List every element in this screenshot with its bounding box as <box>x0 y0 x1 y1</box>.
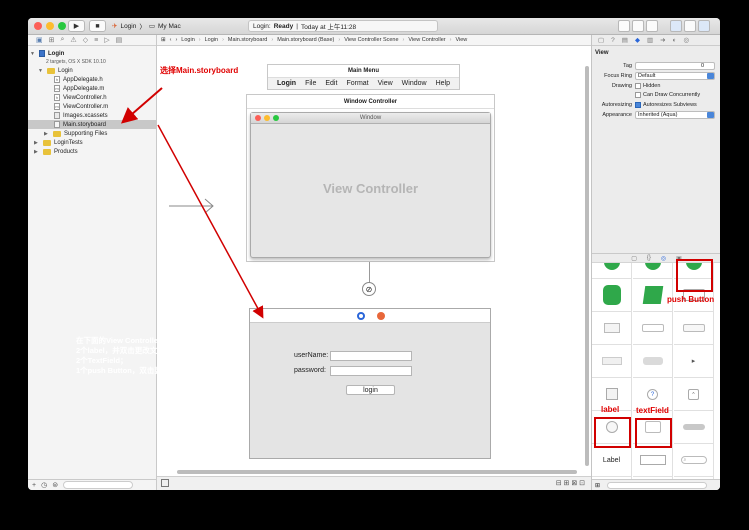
label-highlight <box>594 417 631 448</box>
instruction-line-3: 2个TextField； <box>76 356 128 365</box>
annotation-textfield: textField <box>636 406 669 415</box>
instruction-line-1: 在下面的View Controller中添加 <box>76 336 184 345</box>
annotation-push-button: push Button <box>667 295 715 304</box>
push-button-highlight <box>676 259 713 292</box>
instruction-line-4: 1个push Button，双击更改按钮标题 <box>76 366 200 375</box>
textfield-highlight <box>635 418 672 448</box>
annotation-arrows <box>120 87 264 319</box>
annotation-label: label <box>601 405 620 414</box>
instruction-line-2: 2个label，并双击更改文本内容； <box>76 346 188 355</box>
